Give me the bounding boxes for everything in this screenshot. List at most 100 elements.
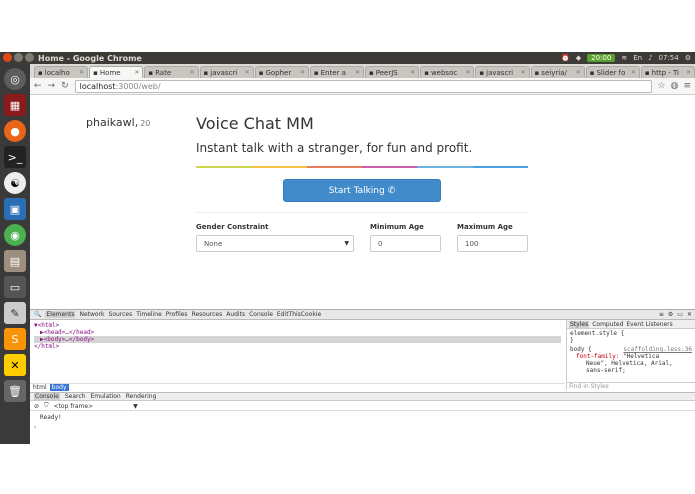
element-style-rule[interactable]: element.style { } xyxy=(567,329,695,345)
tab-computed[interactable]: Computed xyxy=(592,321,623,328)
tab-sources[interactable]: Sources xyxy=(109,311,133,318)
close-tab-icon[interactable]: ✕ xyxy=(355,69,360,76)
dom-node-head[interactable]: ▶<head>…</head> xyxy=(34,329,561,336)
browser-tab[interactable]: ▪ Rate ✕ xyxy=(144,66,199,78)
console-prompt[interactable]: › xyxy=(34,424,36,431)
battery-indicator[interactable]: 20:00 xyxy=(587,54,616,62)
clear-console-icon[interactable]: ⊘ xyxy=(34,403,39,410)
dom-node-html[interactable]: ▼<html> xyxy=(34,322,561,329)
browser-tab[interactable]: ▪ javascri ✕ xyxy=(199,66,254,78)
crossover-icon[interactable]: ✕ xyxy=(4,354,26,376)
forward-icon[interactable]: → xyxy=(48,81,56,91)
tab-network[interactable]: Network xyxy=(79,311,104,318)
maximize-window-button[interactable] xyxy=(25,53,34,62)
sublime-icon[interactable]: S xyxy=(4,328,26,350)
close-tab-icon[interactable]: ✕ xyxy=(410,69,415,76)
monitor-icon[interactable]: ▦ xyxy=(4,94,26,116)
browser-tab[interactable]: ▪ websoc ✕ xyxy=(420,66,475,78)
back-icon[interactable]: ← xyxy=(34,81,42,91)
max-age-input[interactable]: 100 xyxy=(457,235,528,252)
tab-resources[interactable]: Resources xyxy=(192,311,223,318)
close-tab-icon[interactable]: ✕ xyxy=(134,69,139,76)
gender-select[interactable]: None ▼ xyxy=(196,235,354,252)
close-icon[interactable]: ✕ xyxy=(687,311,692,318)
menu-icon[interactable]: ≡ xyxy=(683,81,691,91)
tab-label: Slider fo xyxy=(596,68,626,77)
tab-label: javascri xyxy=(486,68,514,77)
browser-tab[interactable]: ▪ Enter a ✕ xyxy=(309,66,365,78)
drawer-tab-console[interactable]: Console xyxy=(34,393,60,400)
min-age-input[interactable]: 0 xyxy=(370,235,441,252)
wifi-icon[interactable]: ≋ xyxy=(621,54,627,62)
tab-editthiscookie[interactable]: EditThisCookie xyxy=(277,311,321,318)
browser-tab[interactable]: ▪ http - Ti ✕ xyxy=(640,66,695,78)
close-tab-icon[interactable]: ✕ xyxy=(576,69,581,76)
close-tab-icon[interactable]: ✕ xyxy=(465,69,470,76)
chrome-icon[interactable]: ◉ xyxy=(4,224,26,246)
gear-icon[interactable]: ⚙ xyxy=(685,54,691,62)
volume-icon[interactable]: ♪ xyxy=(648,54,652,62)
browser-tab[interactable]: ▪ Gopher ✕ xyxy=(254,66,309,78)
minimize-window-button[interactable] xyxy=(14,53,23,62)
close-tab-icon[interactable]: ✕ xyxy=(686,69,691,76)
trash-icon[interactable]: 🗑 xyxy=(4,380,26,402)
tab-audits[interactable]: Audits xyxy=(226,311,245,318)
browser-tab[interactable]: ▪ Slider fo ✕ xyxy=(585,66,640,78)
close-tab-icon[interactable]: ✕ xyxy=(79,69,84,76)
style-source-link[interactable]: scaffolding.less:36 xyxy=(623,346,692,353)
style-property: font-family: xyxy=(576,353,620,360)
terminal-icon[interactable]: >_ xyxy=(4,146,26,168)
element-style-open: element.style { xyxy=(570,330,625,337)
clock[interactable]: 07:54 xyxy=(659,54,679,62)
browser-tab[interactable]: ▪ javascri ✕ xyxy=(475,66,530,78)
dom-node-html-close[interactable]: </html> xyxy=(34,343,561,350)
drawer-tab-emulation[interactable]: Emulation xyxy=(90,393,120,400)
crumb-html[interactable]: html xyxy=(33,384,47,391)
find-in-styles-input[interactable]: Find in Styles xyxy=(567,382,695,390)
dropbox-icon[interactable]: ◆ xyxy=(576,54,581,62)
tab-styles[interactable]: Styles xyxy=(569,320,590,328)
files-icon[interactable]: ▤ xyxy=(4,250,26,272)
star-icon[interactable]: ☆ xyxy=(658,81,666,91)
drive-icon[interactable]: ▭ xyxy=(4,276,26,298)
gear-icon[interactable]: ⚙ xyxy=(668,311,673,318)
tab-profiles[interactable]: Profiles xyxy=(166,311,188,318)
close-tab-icon[interactable]: ✕ xyxy=(245,69,250,76)
extension-icon[interactable]: ◍ xyxy=(671,81,679,91)
browser-tab[interactable]: ▪ seiyria/ ✕ xyxy=(530,66,585,78)
keyboard-lang[interactable]: En xyxy=(633,54,642,62)
dock-icon[interactable]: ▭ xyxy=(677,311,683,318)
drawer-tab-search[interactable]: Search xyxy=(65,393,86,400)
reload-icon[interactable]: ↻ xyxy=(61,81,69,91)
firefox-icon[interactable]: ● xyxy=(4,120,26,142)
body-style-rule[interactable]: body {scaffolding.less:36 font-family: "… xyxy=(567,345,695,375)
crumb-body[interactable]: body xyxy=(49,384,69,391)
browser-tab[interactable]: ▪ Home ✕ xyxy=(89,66,144,78)
web-page: phaikawl, 20 Voice Chat MM Instant talk w… xyxy=(30,96,695,309)
console-toggle-icon[interactable]: ≡ xyxy=(659,311,664,318)
close-tab-icon[interactable]: ✕ xyxy=(631,69,636,76)
package-icon[interactable]: ▣ xyxy=(4,198,26,220)
start-talking-button[interactable]: Start Talking ✆ xyxy=(283,179,441,202)
drawer-tab-rendering[interactable]: Rendering xyxy=(126,393,157,400)
tab-elements[interactable]: Elements xyxy=(45,311,76,318)
yin-yang-icon[interactable]: ☯ xyxy=(4,172,26,194)
dom-node-body[interactable]: ▶<body>…</body> xyxy=(34,336,561,343)
tab-event-listeners[interactable]: Event Listeners xyxy=(626,321,672,328)
close-tab-icon[interactable]: ✕ xyxy=(189,69,194,76)
filter-icon[interactable]: ⛉ xyxy=(44,402,49,410)
close-tab-icon[interactable]: ✕ xyxy=(521,69,526,76)
favicon-icon: ▪ xyxy=(148,68,154,77)
dash-icon[interactable]: ◎ xyxy=(4,68,26,90)
address-input[interactable]: localhost:3000/web/ xyxy=(74,79,652,93)
tab-timeline[interactable]: Timeline xyxy=(136,311,162,318)
close-window-button[interactable] xyxy=(3,53,12,62)
tab-console[interactable]: Console xyxy=(249,311,273,318)
frame-select[interactable]: <top frame> ▼ xyxy=(54,403,138,410)
browser-tab[interactable]: ▪ PeerJS ✕ xyxy=(365,66,420,78)
search-icon[interactable]: 🔍 xyxy=(34,311,41,318)
alarm-icon[interactable]: ⏰ xyxy=(561,54,570,62)
editor-icon[interactable]: ✎ xyxy=(4,302,26,324)
close-tab-icon[interactable]: ✕ xyxy=(300,69,305,76)
browser-tab[interactable]: ▪ localho ✕ xyxy=(34,66,89,78)
